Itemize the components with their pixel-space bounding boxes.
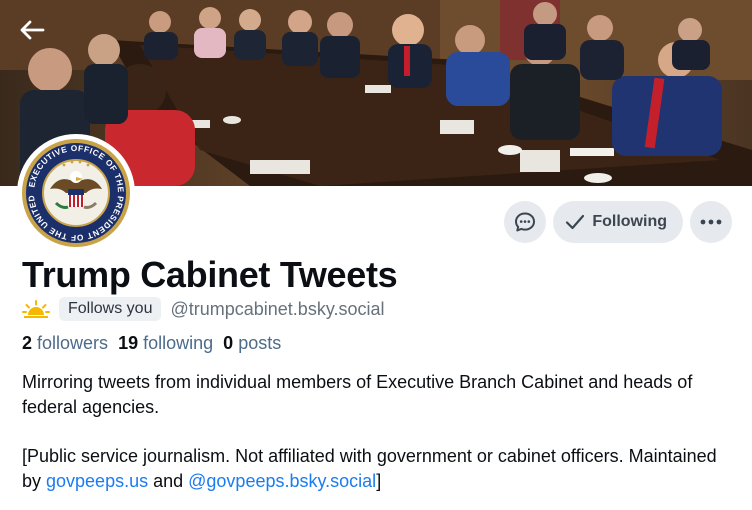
check-icon	[566, 214, 585, 230]
govpeeps-bsky-link[interactable]: @govpeeps.bsky.social	[188, 471, 376, 491]
profile-handle: @trumpcabinet.bsky.social	[170, 298, 385, 319]
bio-line-2: [Public service journalism. Not affiliat…	[22, 444, 732, 494]
following-count: 19	[118, 333, 139, 353]
avatar[interactable]: EXECUTIVE OFFICE OF THE PRESIDENT OF THE…	[17, 134, 135, 252]
follows-you-badge: Follows you	[59, 297, 162, 321]
profile-actions: Following	[504, 201, 732, 243]
profile-bio: Mirroring tweets from individual members…	[22, 370, 732, 494]
more-horizontal-icon	[700, 219, 722, 225]
bio-line-1: Mirroring tweets from individual members…	[22, 372, 693, 417]
bio-and-text: and	[148, 471, 189, 491]
followers-label: followers	[37, 333, 109, 353]
posts-stat: 0 posts	[223, 333, 281, 354]
presidential-seal-icon: EXECUTIVE OFFICE OF THE PRESIDENT OF THE…	[20, 137, 130, 247]
posts-label: posts	[238, 333, 282, 353]
bio-suffix: ]	[376, 471, 382, 491]
following-label: following	[143, 333, 214, 353]
back-button[interactable]	[14, 12, 50, 48]
followers-count: 2	[22, 333, 33, 353]
arrow-left-icon	[20, 20, 45, 40]
message-bubble-icon	[515, 212, 536, 232]
following-button-label: Following	[592, 213, 667, 230]
profile-display-name: Trump Cabinet Tweets	[22, 254, 398, 295]
sun-emoji-icon	[22, 300, 50, 318]
following-button[interactable]: Following	[553, 201, 683, 243]
more-options-button[interactable]	[690, 201, 732, 243]
handle-row: Follows you @trumpcabinet.bsky.social	[22, 297, 385, 321]
followers-stat[interactable]: 2 followers	[22, 333, 108, 354]
govpeeps-website-link[interactable]: govpeeps.us	[46, 471, 148, 491]
following-stat[interactable]: 19 following	[118, 333, 213, 354]
message-button[interactable]	[504, 201, 547, 243]
posts-count: 0	[223, 333, 234, 353]
profile-stats: 2 followers 19 following 0 posts	[22, 333, 281, 354]
